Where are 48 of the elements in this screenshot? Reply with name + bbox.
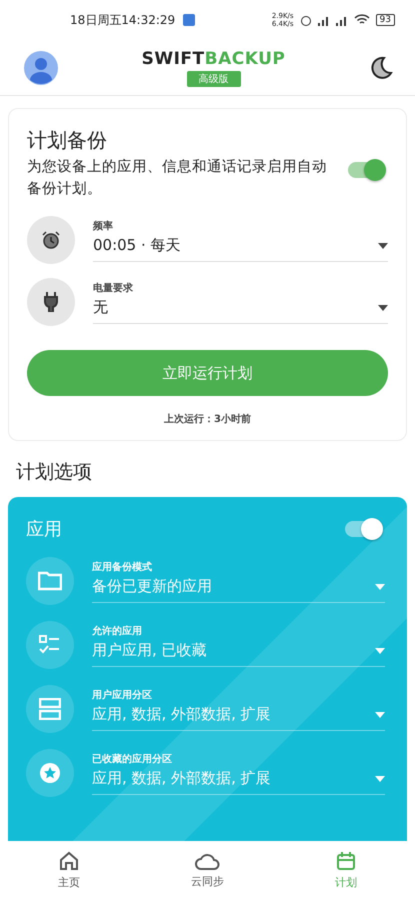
alarm-icon [300,14,312,26]
alarm-clock-icon [41,230,61,250]
run-schedule-button[interactable]: 立即运行计划 [27,350,388,396]
moon-icon[interactable] [369,56,393,80]
dropdown-arrow-icon[interactable] [378,242,388,248]
avatar-icon[interactable] [24,50,58,84]
dropdown-field[interactable]: 电量要求 无 [93,280,388,324]
nav-tab[interactable]: 主页 [0,841,138,899]
home-icon [59,850,80,870]
app-logo: SWIFTBACKUP [142,48,286,68]
card-description: 为您设备上的应用、信息和通话记录启用自动备份计划。 [27,158,328,199]
schedule-toggle[interactable] [348,162,384,178]
field-value: 无 [93,298,109,316]
field-label: 已收藏的应用分区 [92,752,173,766]
app-notification-icon [183,14,196,26]
card-title: 应用 [26,518,62,541]
cloud-icon [194,852,220,870]
dropdown-field[interactable]: 频率 00:05 · 每天 [93,218,388,262]
field-label: 用户应用分区 [92,688,153,702]
nav-tab[interactable]: 云同步 [138,841,277,899]
field-value: 应用, 数据, 外部数据, 扩展 [92,704,272,724]
dropdown-field[interactable]: 应用备份模式 备份已更新的应用 [92,560,385,602]
field-label: 应用备份模式 [92,560,153,574]
folder-icon [38,571,62,591]
field-label: 频率 [93,219,114,232]
dropdown-field[interactable]: 已收藏的应用分区 应用, 数据, 外部数据, 扩展 [92,752,385,794]
apps-toggle[interactable] [345,521,381,537]
last-run-text: 上次运行：3小时前 [163,412,252,426]
card-title: 计划备份 [27,127,108,154]
section-title: 计划选项 [16,460,93,485]
status-time: 18日周五14:32:29 [70,12,176,28]
field-value: 备份已更新的应用 [92,576,213,596]
wifi-icon [354,14,370,26]
dropdown-arrow-icon[interactable] [378,304,388,310]
storage-icon [39,698,61,720]
field-value: 用户应用, 已收藏 [92,640,208,660]
field-value: 应用, 数据, 外部数据, 扩展 [92,768,272,788]
checklist-icon [39,635,61,655]
dropdown-field[interactable]: 用户应用分区 应用, 数据, 外部数据, 扩展 [92,688,385,730]
calendar-icon [336,850,356,870]
field-label: 电量要求 [93,282,134,294]
dropdown-field[interactable]: 允许的应用 用户应用, 已收藏 [92,624,385,666]
battery-level: 93 [376,14,395,26]
plug-icon [44,292,58,312]
premium-badge: 高级版 [186,70,240,86]
field-value: 00:05 · 每天 [93,236,182,254]
field-label: 允许的应用 [92,624,143,638]
nav-tab[interactable]: 计划 [276,841,415,899]
